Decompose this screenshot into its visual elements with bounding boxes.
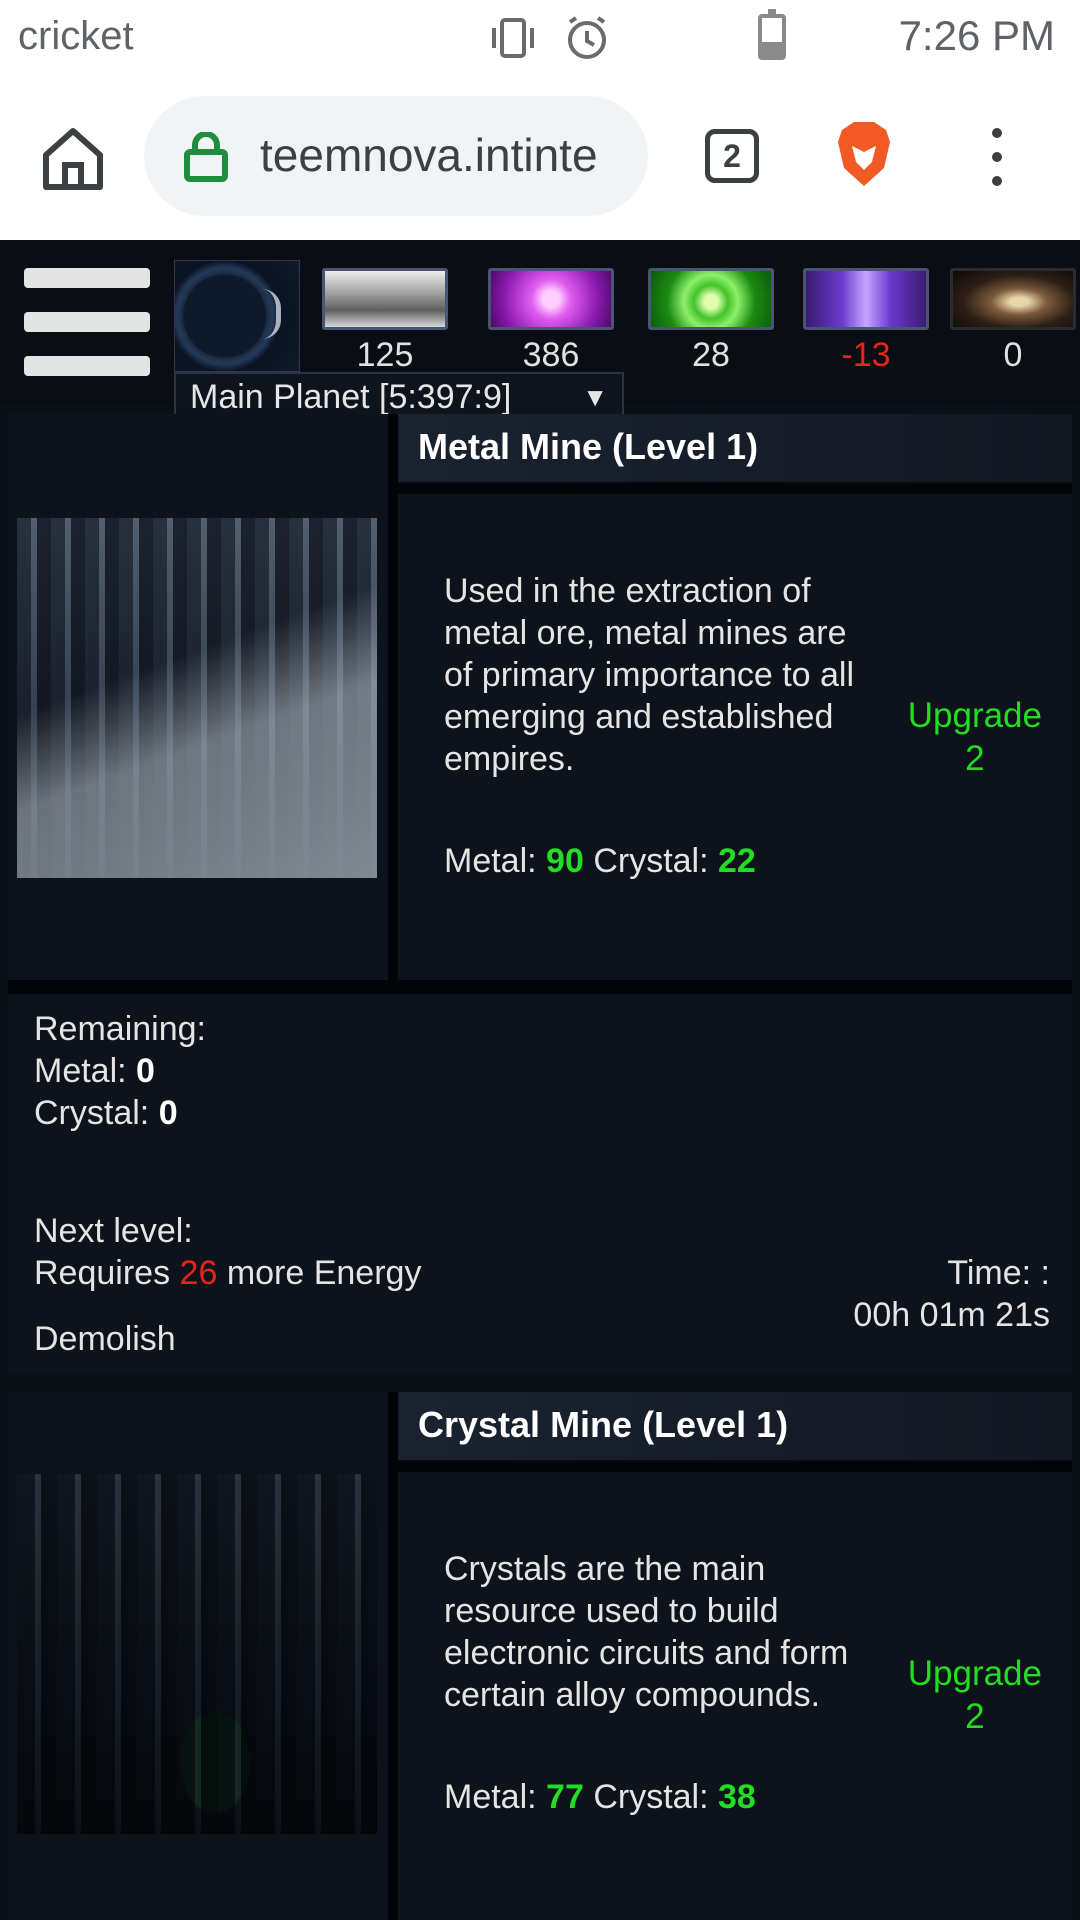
lock-icon: [184, 132, 228, 182]
energy-icon: [803, 268, 929, 330]
upgrade-button[interactable]: Upgrade 2: [908, 1652, 1042, 1738]
game-area: 125 386 28 -13 0 Main Planet [5:397:9] ▼…: [0, 240, 1080, 1920]
building-header: Metal Mine (Level 1): [398, 414, 1072, 484]
resource-crystal: 386: [488, 268, 614, 375]
resource-metal: 125: [322, 268, 448, 375]
remaining-block: Remaining: Metal: 0 Crystal: 0: [34, 1010, 206, 1132]
building-crystal-mine: Crystal Mine (Level 1) Crystals are the …: [8, 1392, 1072, 1920]
cost-metal: 77: [546, 1778, 584, 1816]
remaining-crystal: 0: [158, 1094, 178, 1132]
building-cost: Metal: 90 Crystal: 22: [444, 842, 756, 880]
crystal-value: 386: [522, 336, 580, 374]
building-image-cell: [8, 1392, 388, 1920]
address-bar[interactable]: teemnova.intinte: [144, 96, 648, 216]
deuterium-icon: [648, 268, 774, 330]
status-bar: cricket 7:26 PM: [0, 0, 1080, 76]
vibrate-alarm-icons: [492, 16, 606, 59]
tab-switcher-button[interactable]: 2: [705, 129, 759, 183]
build-requirements: Remaining: Metal: 0 Crystal: 0 Next leve…: [8, 994, 1072, 1374]
crystal-mine-image[interactable]: [17, 1474, 377, 1834]
next-level-block: Next level: Requires 26 more Energy: [34, 1212, 422, 1292]
building-description: Crystals are the main resource used to b…: [444, 1550, 849, 1714]
deuterium-value: 28: [692, 336, 730, 374]
url-text: teemnova.intinte: [260, 129, 598, 181]
resource-bar: 125 386 28 -13 0 Main Planet [5:397:9] ▼: [0, 240, 1080, 424]
building-header: Crystal Mine (Level 1): [398, 1392, 1072, 1462]
dark-matter-value: 0: [1003, 336, 1023, 374]
clock: 7:26 PM: [898, 12, 1055, 59]
upgrade-button[interactable]: Upgrade 2: [908, 694, 1042, 780]
building-image-cell: [8, 414, 388, 980]
demolish-link[interactable]: Demolish: [34, 1318, 176, 1360]
planet-thumbnail[interactable]: [174, 260, 300, 372]
cost-crystal: 22: [718, 842, 756, 880]
cost-metal: 90: [546, 842, 584, 880]
remaining-metal: 0: [136, 1052, 155, 1090]
brave-shields-icon[interactable]: [834, 120, 894, 190]
building-info-cell: Crystals are the main resource used to b…: [398, 1472, 1072, 1920]
menu-icon[interactable]: [24, 268, 150, 378]
browser-toolbar: teemnova.intinte 2: [0, 76, 1080, 240]
building-description: Used in the extraction of metal ore, met…: [444, 572, 855, 778]
more-options-icon[interactable]: [985, 128, 1009, 188]
home-icon[interactable]: [36, 121, 110, 195]
required-energy: 26: [179, 1254, 218, 1292]
energy-value: -13: [841, 336, 891, 374]
battery-icon: [758, 9, 786, 60]
building-info-cell: Used in the extraction of metal ore, met…: [398, 494, 1072, 980]
metal-value: 125: [356, 336, 414, 374]
metal-mine-image[interactable]: [17, 518, 377, 878]
planet-select-value: Main Planet [5:397:9]: [190, 378, 512, 416]
cost-crystal: 38: [718, 1778, 756, 1816]
resource-deuterium: 28: [648, 268, 774, 375]
carrier-name: cricket: [18, 14, 134, 58]
metal-icon: [322, 268, 448, 330]
building-title: Crystal Mine (Level 1): [418, 1404, 789, 1445]
resource-energy: -13: [803, 268, 929, 375]
resource-dark-matter: 0: [950, 268, 1076, 375]
crystal-icon: [488, 268, 614, 330]
build-time: Time: : 00h 01m 21s: [853, 1254, 1050, 1334]
building-cost: Metal: 77 Crystal: 38: [444, 1778, 756, 1816]
dark-matter-icon: [950, 268, 1076, 330]
building-title: Metal Mine (Level 1): [418, 426, 759, 467]
